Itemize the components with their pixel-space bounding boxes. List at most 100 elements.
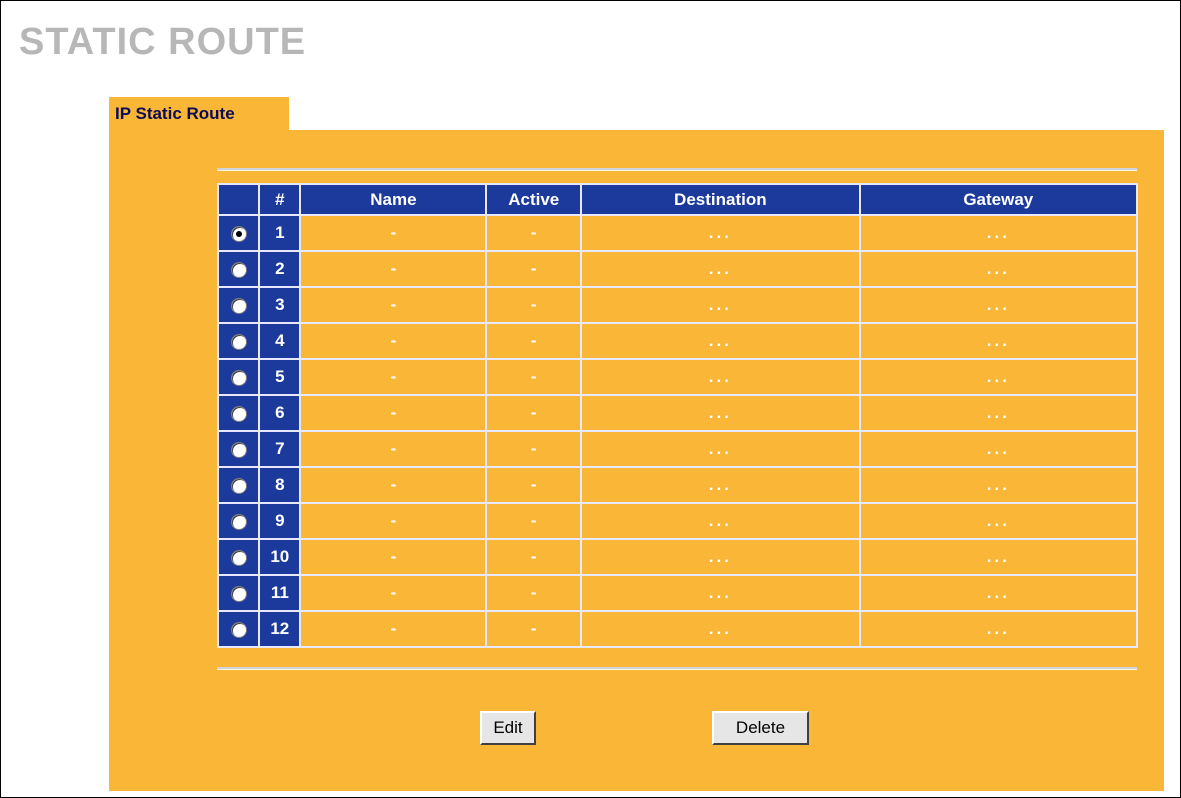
row-name: -: [301, 216, 488, 252]
row-number: 5: [260, 360, 302, 396]
row-number: 8: [260, 468, 302, 504]
row-destination: ...: [582, 468, 861, 504]
table-row: 6- -......: [219, 396, 1138, 432]
row-select-radio[interactable]: [230, 405, 247, 422]
row-gateway: ...: [860, 396, 1138, 432]
row-gateway: ...: [860, 252, 1138, 288]
table-row: 5- -......: [219, 360, 1138, 396]
row-number: 11: [260, 576, 302, 612]
row-gateway: ...: [860, 360, 1138, 396]
row-active: -: [487, 216, 583, 252]
row-active: -: [487, 468, 583, 504]
column-header-number: #: [260, 185, 302, 216]
row-destination: ...: [582, 216, 861, 252]
row-gateway: ...: [860, 324, 1138, 360]
row-destination: ...: [582, 396, 861, 432]
row-number: 6: [260, 396, 302, 432]
row-active: -: [487, 540, 583, 576]
column-header-name: Name: [301, 185, 488, 216]
row-select-cell: [219, 324, 261, 360]
row-name: -: [301, 540, 488, 576]
row-destination: ...: [582, 360, 861, 396]
delete-button[interactable]: Delete: [712, 711, 809, 745]
column-header-active: Active: [487, 185, 583, 216]
row-select-cell: [219, 252, 261, 288]
row-select-cell: [219, 504, 261, 540]
row-destination: ...: [582, 504, 861, 540]
row-name: -: [301, 612, 488, 648]
row-destination: ...: [582, 576, 861, 612]
row-select-radio[interactable]: [230, 549, 247, 566]
row-destination: ...: [582, 252, 861, 288]
row-active: -: [487, 612, 583, 648]
row-select-cell: [219, 576, 261, 612]
row-select-radio[interactable]: [230, 225, 247, 242]
row-name: -: [301, 360, 488, 396]
row-select-radio[interactable]: [230, 585, 247, 602]
static-route-table: # Name Active Destination Gateway 1- -...…: [217, 183, 1138, 648]
row-gateway: ...: [860, 612, 1138, 648]
row-active: -: [487, 252, 583, 288]
row-active: -: [487, 360, 583, 396]
table-row: 1- -......: [219, 216, 1138, 252]
divider-bottom: [217, 667, 1137, 670]
table-row: 7- -......: [219, 432, 1138, 468]
row-select-cell: [219, 288, 261, 324]
row-number: 1: [260, 216, 302, 252]
row-name: -: [301, 468, 488, 504]
row-name: -: [301, 576, 488, 612]
row-active: -: [487, 432, 583, 468]
row-gateway: ...: [860, 468, 1138, 504]
edit-button[interactable]: Edit: [480, 711, 536, 745]
row-number: 10: [260, 540, 302, 576]
row-name: -: [301, 252, 488, 288]
row-gateway: ...: [860, 216, 1138, 252]
row-select-radio[interactable]: [230, 441, 247, 458]
row-select-cell: [219, 396, 261, 432]
row-active: -: [487, 396, 583, 432]
row-active: -: [487, 324, 583, 360]
row-number: 12: [260, 612, 302, 648]
row-destination: ...: [582, 432, 861, 468]
row-number: 7: [260, 432, 302, 468]
row-number: 2: [260, 252, 302, 288]
row-select-radio[interactable]: [230, 513, 247, 530]
row-select-radio[interactable]: [230, 621, 247, 638]
divider-top: [217, 168, 1137, 171]
page-frame: STATIC ROUTE IP Static Route # Name Acti…: [0, 0, 1181, 798]
row-select-cell: [219, 360, 261, 396]
row-gateway: ...: [860, 540, 1138, 576]
row-number: 4: [260, 324, 302, 360]
row-select-radio[interactable]: [230, 261, 247, 278]
row-select-cell: [219, 432, 261, 468]
row-active: -: [487, 576, 583, 612]
row-select-cell: [219, 540, 261, 576]
row-select-radio[interactable]: [230, 297, 247, 314]
table-row: 2- -......: [219, 252, 1138, 288]
row-name: -: [301, 324, 488, 360]
table-row: 10- -......: [219, 540, 1138, 576]
row-gateway: ...: [860, 432, 1138, 468]
row-active: -: [487, 288, 583, 324]
row-name: -: [301, 288, 488, 324]
row-destination: ...: [582, 288, 861, 324]
tab-ip-static-route[interactable]: IP Static Route: [109, 97, 289, 131]
row-number: 9: [260, 504, 302, 540]
table-row: 4- -......: [219, 324, 1138, 360]
row-select-cell: [219, 216, 261, 252]
row-gateway: ...: [860, 576, 1138, 612]
row-select-cell: [219, 612, 261, 648]
row-name: -: [301, 396, 488, 432]
row-gateway: ...: [860, 288, 1138, 324]
row-name: -: [301, 504, 488, 540]
row-select-radio[interactable]: [230, 333, 247, 350]
row-select-radio[interactable]: [230, 477, 247, 494]
row-name: -: [301, 432, 488, 468]
content-panel: # Name Active Destination Gateway 1- -...…: [109, 130, 1164, 791]
row-destination: ...: [582, 612, 861, 648]
column-header-gateway: Gateway: [860, 185, 1138, 216]
row-select-radio[interactable]: [230, 369, 247, 386]
page-title: STATIC ROUTE: [19, 21, 307, 63]
column-header-destination: Destination: [582, 185, 861, 216]
row-destination: ...: [582, 540, 861, 576]
